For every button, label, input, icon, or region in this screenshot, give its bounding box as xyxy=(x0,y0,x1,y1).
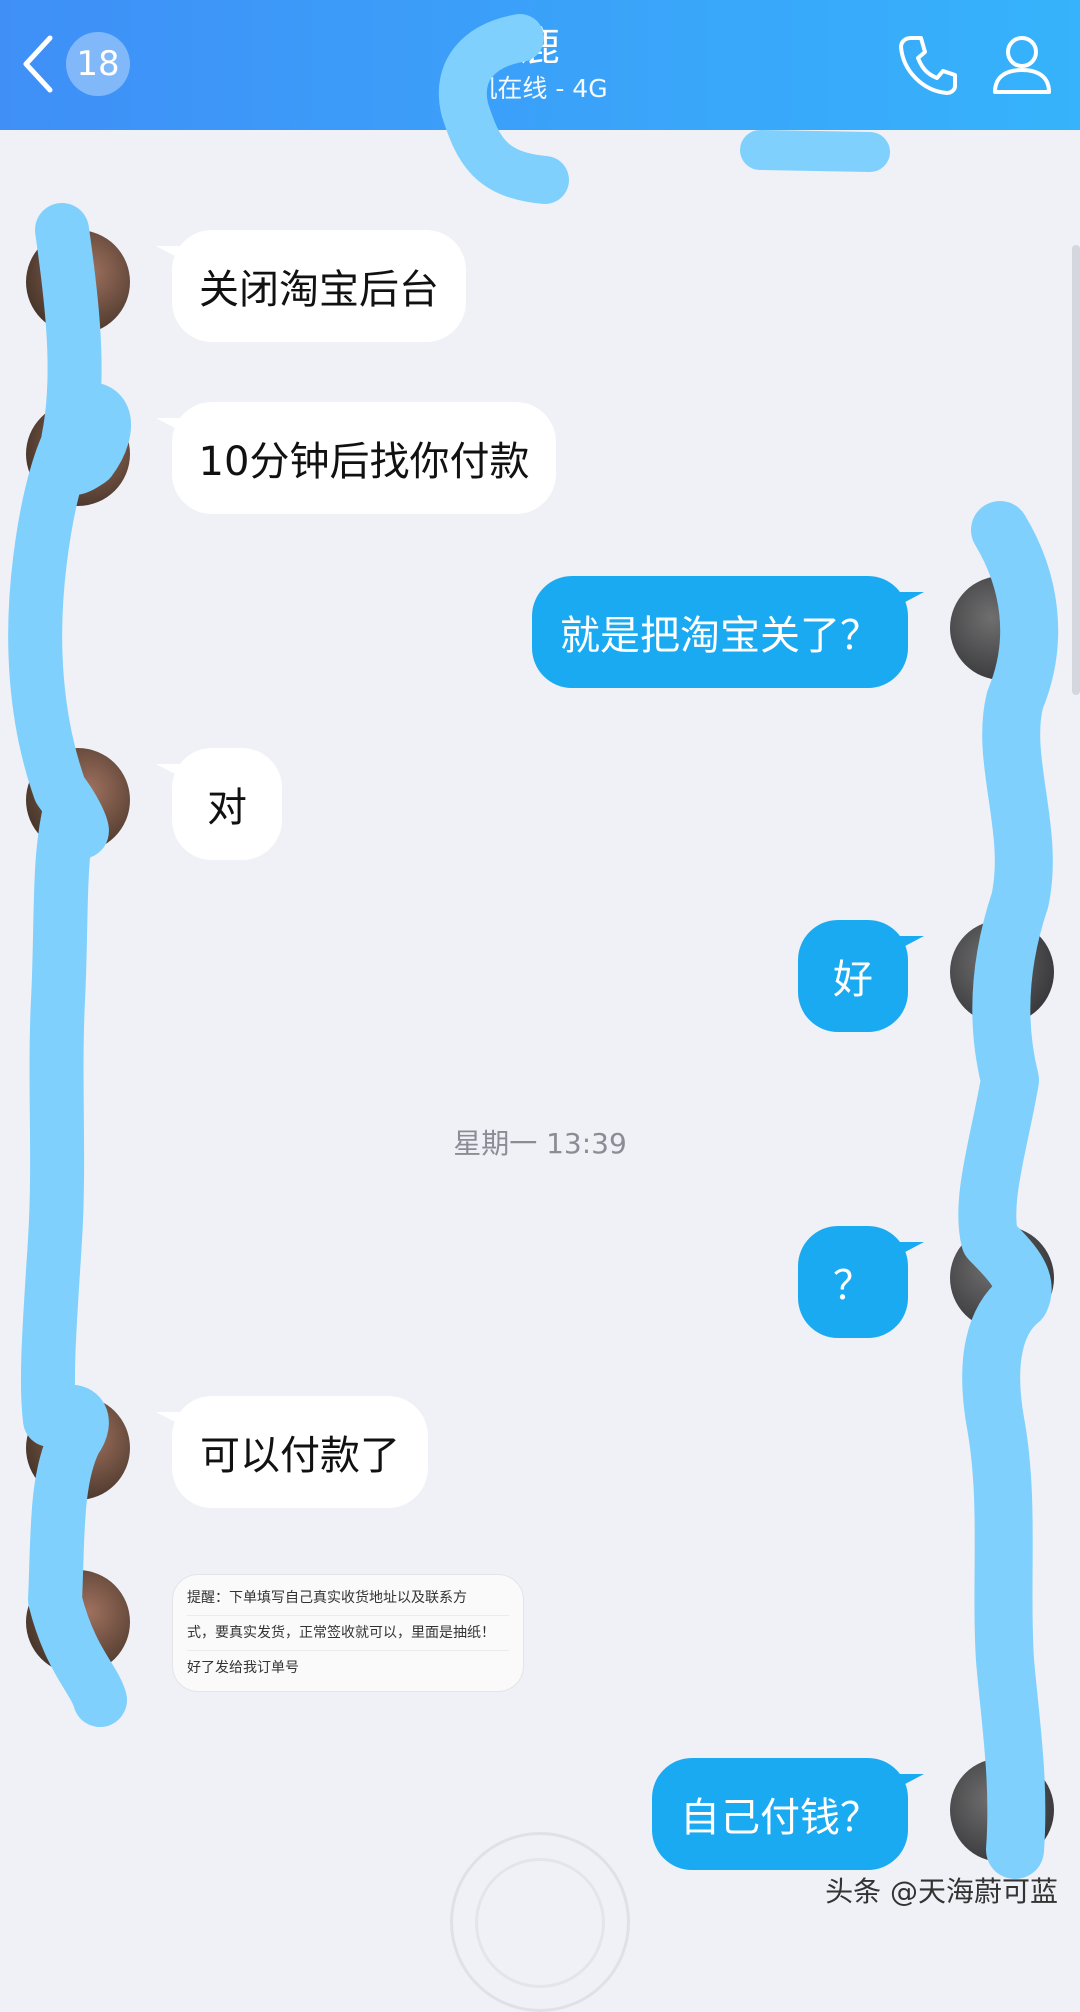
back-button[interactable]: 18 xyxy=(18,28,138,100)
scrollbar[interactable] xyxy=(1072,245,1080,695)
message-bubble-incoming[interactable]: 对 xyxy=(172,748,282,860)
message-bubble-outgoing[interactable]: ？ xyxy=(798,1226,908,1338)
image-text-line: 提醒：下单填写自己真实收货地址以及联系方 xyxy=(187,1581,509,1616)
title-area[interactable]: 鹿 机在线 - 4G xyxy=(340,22,740,106)
chevron-left-icon xyxy=(23,35,53,93)
profile-button[interactable] xyxy=(987,30,1057,100)
contact-avatar[interactable] xyxy=(26,1570,130,1674)
message-bubble-outgoing[interactable]: 好 xyxy=(798,920,908,1032)
watermark: 头条 @天海蔚可蓝 xyxy=(825,1875,1058,1908)
message-bubble-outgoing[interactable]: 自己付钱？ xyxy=(652,1758,908,1870)
contact-avatar[interactable] xyxy=(26,230,130,334)
contact-avatar[interactable] xyxy=(26,402,130,506)
unread-count-badge: 18 xyxy=(66,32,130,96)
message-timestamp: 星期一 13:39 xyxy=(453,1127,627,1160)
message-bubble-outgoing[interactable]: 就是把淘宝关了？ xyxy=(532,576,908,688)
image-message[interactable]: 提醒：下单填写自己真实收货地址以及联系方 式，要真实发货，正常签收就可以，里面是… xyxy=(172,1574,524,1692)
my-avatar[interactable] xyxy=(950,920,1054,1024)
online-status: 机在线 - 4G xyxy=(472,74,608,103)
redaction-scribble xyxy=(958,501,1059,1879)
message-bubble-incoming[interactable]: 10分钟后找你付款 xyxy=(172,402,556,514)
person-icon xyxy=(993,36,1051,94)
phone-icon xyxy=(899,36,957,95)
image-text-line: 好了发给我订单号 xyxy=(187,1660,299,1676)
contact-avatar[interactable] xyxy=(26,1396,130,1500)
voice-input-inner-ring xyxy=(475,1858,605,1988)
chat-header: 18 鹿 机在线 - 4G xyxy=(0,0,1080,130)
contact-name: 鹿 xyxy=(520,24,560,70)
call-button[interactable] xyxy=(893,30,963,100)
image-text-line: 式，要真实发货，正常签收就可以，里面是抽纸！ xyxy=(187,1616,509,1651)
my-avatar[interactable] xyxy=(950,1758,1054,1862)
my-avatar[interactable] xyxy=(950,1226,1054,1330)
redaction-scribbles xyxy=(8,14,1059,1879)
redaction-scribble xyxy=(740,130,890,172)
message-bubble-incoming[interactable]: 可以付款了 xyxy=(172,1396,428,1508)
my-avatar[interactable] xyxy=(950,576,1054,680)
contact-avatar[interactable] xyxy=(26,748,130,852)
message-bubble-incoming[interactable]: 关闭淘宝后台 xyxy=(172,230,466,342)
